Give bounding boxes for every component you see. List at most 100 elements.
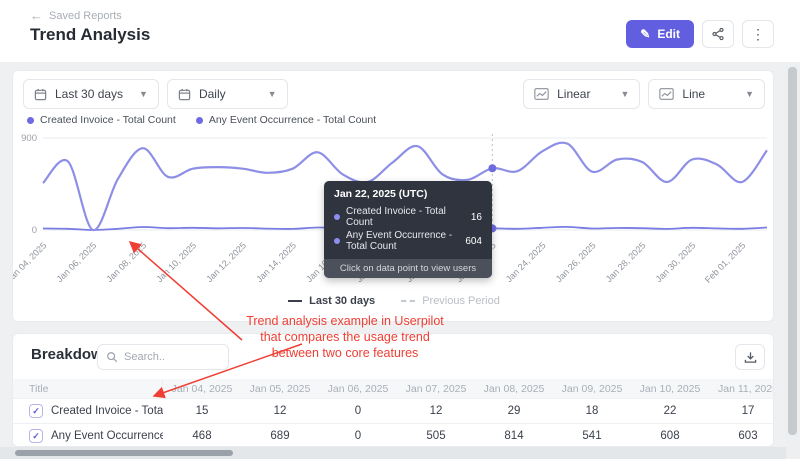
- date-range-select[interactable]: Last 30 days ▼: [23, 79, 159, 109]
- x-axis-tick: Jan 06, 2025: [54, 240, 98, 284]
- scale-value: Linear: [557, 87, 590, 101]
- table-cell: 22: [631, 405, 709, 417]
- legend-dot-icon: [196, 117, 203, 124]
- trend-analysis-screen: ← Saved Reports Trend Analysis ✎ Edit ⋮: [0, 0, 800, 459]
- pencil-icon: ✎: [640, 27, 650, 41]
- series-dot-icon: [334, 238, 340, 244]
- vertical-scrollbar[interactable]: [786, 62, 800, 459]
- calendar-icon: [178, 88, 191, 101]
- period-legend: Last 30 days Previous Period: [13, 295, 775, 307]
- tooltip-row: Created Invoice - Total Count 16: [324, 205, 492, 229]
- series-dot-icon: [334, 214, 340, 220]
- row-checkbox[interactable]: ✓: [29, 404, 43, 418]
- search-input[interactable]: [124, 351, 214, 363]
- x-axis-tick: Jan 24, 2025: [504, 240, 548, 284]
- share-icon: [711, 27, 725, 41]
- column-header-date: Jan 07, 2025: [397, 383, 475, 395]
- more-options-button[interactable]: ⋮: [742, 20, 774, 48]
- kebab-icon: ⋮: [751, 26, 765, 43]
- back-arrow-icon: ←: [30, 8, 43, 23]
- row-title: Any Event Occurrence - Total C...: [51, 430, 163, 442]
- table-cell: 689: [241, 430, 319, 442]
- breakdown-search[interactable]: [97, 344, 229, 370]
- x-axis-tick: Jan 28, 2025: [604, 240, 648, 284]
- chart-card: Last 30 days ▼ Daily ▼ Line: [12, 70, 774, 322]
- granularity-value: Daily: [199, 87, 226, 101]
- y-axis-tick: 900: [21, 133, 37, 144]
- table-cell: 0: [319, 430, 397, 442]
- table-row: ✓Created Invoice - Total Count1512012291…: [13, 398, 774, 423]
- table-cell: 15: [163, 405, 241, 417]
- tooltip-row: Any Event Occurrence - Total Count 604: [324, 229, 492, 253]
- breakdown-table: TitleJan 04, 2025Jan 05, 2025Jan 06, 202…: [13, 379, 774, 447]
- chevron-down-icon: ▼: [139, 89, 148, 99]
- table-cell: 603: [709, 430, 774, 442]
- row-title: Created Invoice - Total Count: [51, 405, 163, 417]
- table-cell: 468: [163, 430, 241, 442]
- legend-current-period[interactable]: Last 30 days: [288, 295, 375, 307]
- x-axis-tick: Jan 08, 2025: [104, 240, 148, 284]
- table-cell: 505: [397, 430, 475, 442]
- x-axis-tick: Jan 12, 2025: [204, 240, 248, 284]
- highlighted-data-point[interactable]: [488, 164, 496, 172]
- chevron-down-icon: ▼: [268, 89, 277, 99]
- column-header-title: Title: [13, 379, 163, 398]
- line-chart-icon: [659, 88, 674, 100]
- page-header: ← Saved Reports Trend Analysis ✎ Edit ⋮: [0, 0, 800, 62]
- chart-tooltip: Jan 22, 2025 (UTC) Created Invoice - Tot…: [324, 181, 492, 278]
- edit-button[interactable]: ✎ Edit: [626, 20, 694, 48]
- table-cell: 0: [319, 405, 397, 417]
- horizontal-scrollbar-thumb[interactable]: [15, 450, 233, 456]
- horizontal-scrollbar[interactable]: [0, 447, 786, 459]
- table-cell: 17: [709, 405, 774, 417]
- chart-type-value: Line: [682, 87, 705, 101]
- granularity-select[interactable]: Daily ▼: [167, 79, 288, 109]
- back-label: Saved Reports: [49, 10, 122, 22]
- tooltip-date: Jan 22, 2025 (UTC): [324, 181, 492, 205]
- legend-dot-icon: [27, 117, 34, 124]
- x-axis-tick: Jan 04, 2025: [13, 240, 48, 284]
- edit-button-label: Edit: [657, 27, 680, 41]
- legend-previous-period[interactable]: Previous Period: [401, 295, 500, 307]
- table-cell: 541: [553, 430, 631, 442]
- chevron-down-icon: ▼: [620, 89, 629, 99]
- column-header-date: Jan 09, 2025: [553, 383, 631, 395]
- table-cell: 12: [241, 405, 319, 417]
- row-checkbox[interactable]: ✓: [29, 429, 43, 443]
- annotation-text: Trend analysis example in Userpilot that…: [222, 313, 468, 361]
- x-axis-tick: Jan 10, 2025: [154, 240, 198, 284]
- header-actions: ✎ Edit ⋮: [626, 20, 774, 48]
- scale-select[interactable]: Linear ▼: [523, 79, 640, 109]
- page-title: Trend Analysis: [30, 25, 150, 45]
- download-button[interactable]: [735, 344, 765, 370]
- y-axis-tick: 0: [32, 225, 37, 236]
- table-row: ✓ Any Event Occurrence - Total C...468689…: [13, 423, 774, 447]
- table-cell: 18: [553, 405, 631, 417]
- table-cell: 12: [397, 405, 475, 417]
- column-header-date: Jan 06, 2025: [319, 383, 397, 395]
- table-cell: 29: [475, 405, 553, 417]
- column-header-date: Jan 08, 2025: [475, 383, 553, 395]
- chevron-down-icon: ▼: [745, 89, 754, 99]
- back-link[interactable]: ← Saved Reports: [30, 8, 122, 23]
- chart-filters: Last 30 days ▼ Daily ▼ Line: [23, 79, 765, 109]
- search-icon: [106, 351, 118, 363]
- download-icon: [744, 351, 757, 364]
- x-axis-tick: Jan 26, 2025: [554, 240, 598, 284]
- column-header-date: Jan 11, 2025: [709, 383, 774, 395]
- table-cell: 814: [475, 430, 553, 442]
- share-button[interactable]: [702, 20, 734, 48]
- tooltip-hint: Click on data point to view users: [324, 259, 492, 278]
- chart-type-select[interactable]: Line ▼: [648, 79, 765, 109]
- calendar-icon: [34, 88, 47, 101]
- dashed-line-icon: [401, 300, 415, 302]
- column-header-date: Jan 10, 2025: [631, 383, 709, 395]
- x-axis-tick: Jan 14, 2025: [254, 240, 298, 284]
- solid-line-icon: [288, 300, 302, 302]
- column-header-date: Jan 04, 2025: [163, 383, 241, 395]
- table-cell: 608: [631, 430, 709, 442]
- vertical-scrollbar-thumb[interactable]: [788, 67, 797, 435]
- x-axis-tick: Feb 01, 2025: [703, 240, 748, 285]
- date-range-value: Last 30 days: [55, 87, 123, 101]
- x-axis-tick: Jan 30, 2025: [654, 240, 698, 284]
